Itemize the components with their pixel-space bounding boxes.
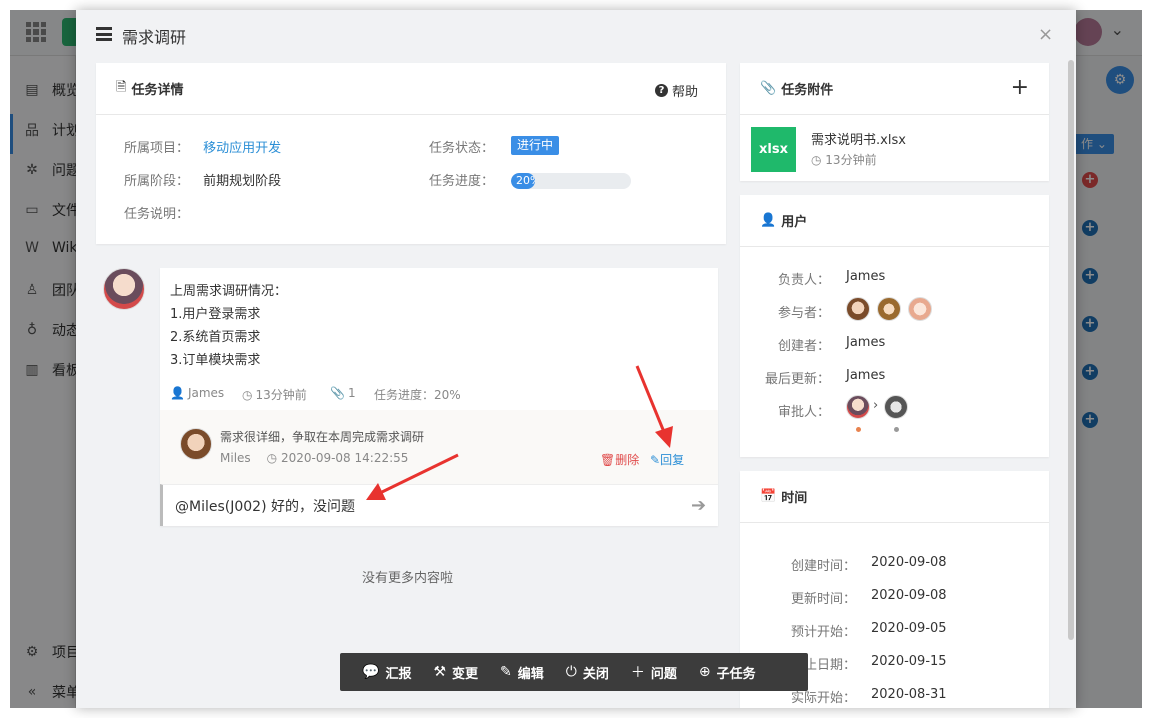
annotation-arrows [366,365,673,500]
annotation-arrow [635,365,673,448]
annotation-arrow [366,453,459,500]
